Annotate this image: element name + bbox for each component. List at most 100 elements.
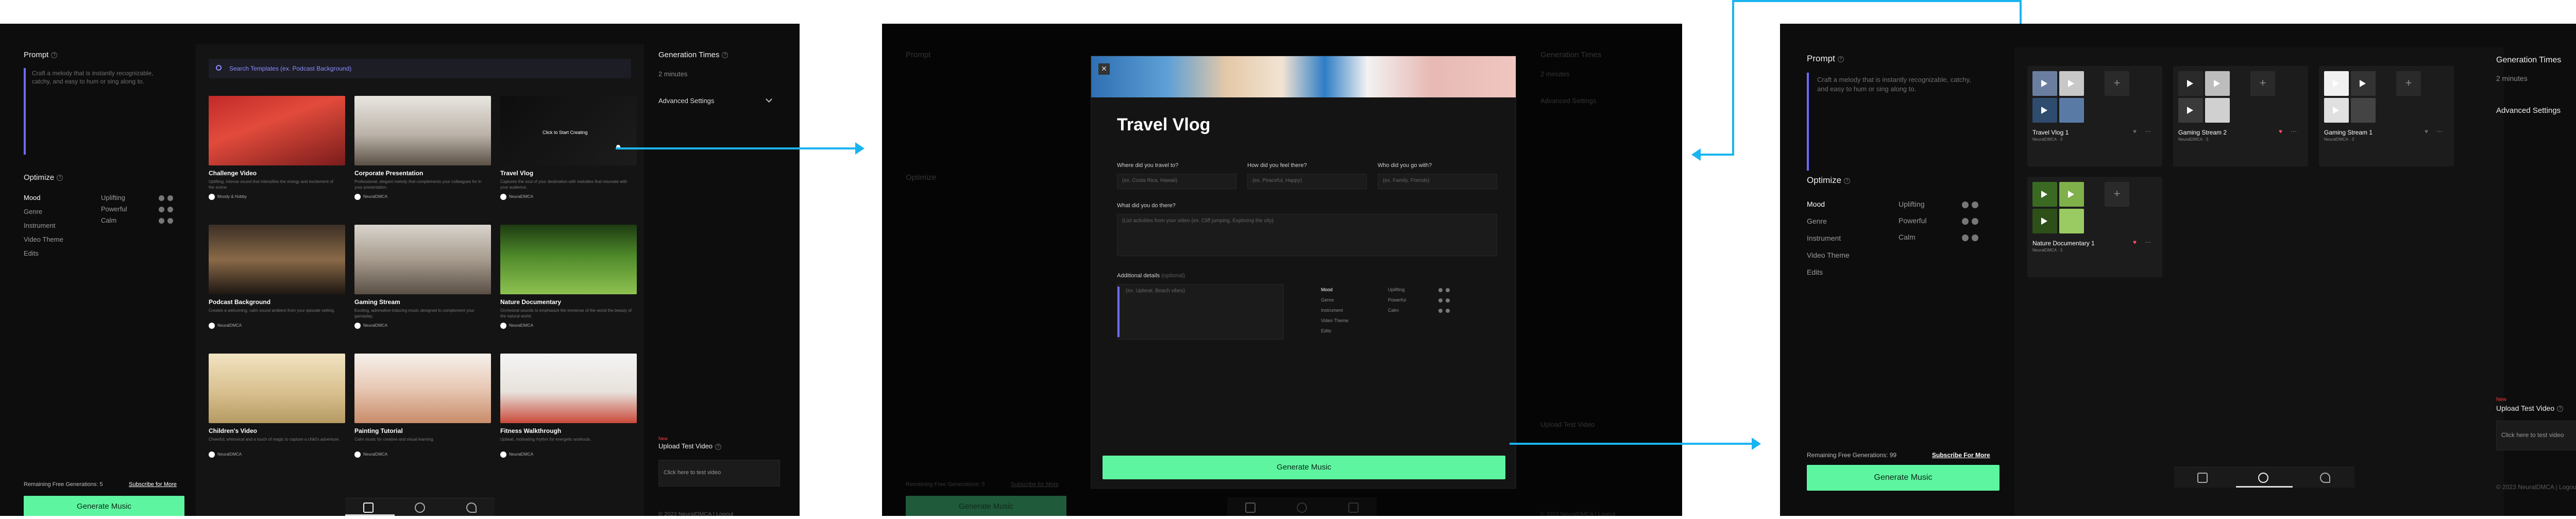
generation-thumbnail[interactable] (2178, 71, 2203, 96)
template-card[interactable]: Children's Video Cheerful, whimsical and… (209, 354, 345, 475)
mood-option[interactable]: Uplifting (1899, 200, 1978, 216)
toggle-icon[interactable] (167, 218, 173, 224)
start-creating-hint[interactable]: Click to Start Creating (543, 130, 588, 135)
template-card[interactable]: Travel Vlog Captures the soul of your de… (500, 96, 637, 217)
subscribe-link[interactable]: Subscribe For More (1932, 451, 1990, 459)
toggle-icon[interactable] (1972, 201, 1978, 208)
subscribe-link[interactable]: Subscribe for More (129, 481, 177, 488)
add-variation-button[interactable]: + (2105, 71, 2129, 96)
toggle-icon[interactable] (167, 207, 173, 213)
more-icon[interactable]: ⋯ (2145, 128, 2151, 135)
template-card[interactable]: Nature Documentary Orchestral sounds to … (500, 225, 637, 346)
template-card[interactable]: Corporate Presentation Professional, ele… (354, 96, 491, 217)
generation-thumbnail[interactable] (2351, 98, 2376, 123)
heart-icon[interactable] (1348, 503, 1359, 513)
play-icon[interactable] (2068, 191, 2074, 198)
toggle-icon[interactable] (1962, 234, 1969, 241)
toggle-icon[interactable] (159, 207, 164, 213)
heart-icon[interactable]: ♥ (2425, 128, 2428, 135)
generation-card[interactable]: + Travel Vlog 1 NeuralDMCA · 3 ♥ ⋯ (2027, 66, 2162, 166)
templates-icon[interactable] (363, 503, 374, 513)
category-list[interactable]: Mood Genre Instrument Video Theme Edits (1807, 200, 1850, 285)
template-card[interactable]: Fitness Walkthrough Upbeat, motivating r… (500, 354, 637, 475)
template-thumbnail[interactable] (500, 354, 637, 423)
heart-icon[interactable]: ♥ (2133, 239, 2137, 246)
add-variation-button[interactable]: + (2250, 71, 2275, 96)
play-icon[interactable] (2041, 191, 2047, 198)
generation-thumbnail[interactable] (2351, 71, 2376, 96)
play-icon[interactable] (2360, 80, 2366, 87)
modal-generate-button[interactable]: Generate Music (1103, 456, 1505, 479)
advanced-settings[interactable]: Advanced Settings (2496, 106, 2576, 115)
generation-thumbnail[interactable] (2178, 98, 2203, 123)
template-card[interactable]: Gaming Stream Exciting, adrenaline-induc… (354, 225, 491, 346)
template-thumbnail[interactable] (354, 225, 491, 294)
add-variation-button[interactable]: + (2396, 71, 2421, 96)
toggle-icon[interactable] (1972, 217, 1978, 225)
template-card[interactable]: Podcast Background Creates a welcoming, … (209, 225, 345, 346)
q1-input[interactable]: (ex. Costa Rica, Hawaii) (1117, 174, 1236, 189)
category-genre[interactable]: Genre (1321, 297, 1348, 308)
toggle-icon[interactable] (1446, 288, 1450, 292)
play-icon[interactable] (2187, 80, 2193, 87)
toggle-icon[interactable] (1438, 298, 1443, 303)
heart-icon[interactable] (466, 503, 477, 513)
toggle-icon[interactable] (1962, 201, 1969, 208)
prompt-input[interactable]: Craft a melody that is instantly recogni… (1817, 75, 1972, 94)
play-icon[interactable] (2187, 107, 2193, 114)
category-genre[interactable]: Genre (24, 208, 63, 222)
generation-thumbnail[interactable] (2324, 71, 2349, 96)
templates-icon[interactable] (1245, 503, 1256, 513)
mood-option[interactable]: Uplifting (1388, 287, 1450, 297)
q3-input[interactable]: (ex. Family, Friends) (1378, 174, 1497, 189)
generation-thumbnail[interactable] (2032, 71, 2057, 96)
category-edits[interactable]: Edits (1807, 268, 1850, 285)
category-list[interactable]: Mood Genre Instrument Video Theme Edits (24, 194, 63, 263)
template-thumbnail[interactable] (209, 225, 345, 294)
toggle-icon[interactable] (1438, 288, 1443, 292)
settings-icon[interactable] (1297, 503, 1307, 513)
close-icon[interactable]: ✕ (1098, 63, 1110, 75)
category-mood[interactable]: Mood (24, 194, 63, 208)
generation-thumbnail[interactable] (2059, 98, 2084, 123)
toggle-icon[interactable] (1446, 308, 1450, 313)
template-card[interactable]: Challenge Video Uplifting, intense sound… (209, 96, 345, 217)
generation-thumbnail[interactable] (2032, 209, 2057, 233)
play-icon[interactable] (2041, 217, 2047, 225)
more-icon[interactable]: ⋯ (2291, 128, 2297, 135)
template-thumbnail[interactable] (500, 225, 637, 294)
play-icon[interactable] (2068, 80, 2074, 87)
toggle-icon[interactable] (1446, 298, 1450, 303)
generation-card[interactable]: + Nature Documentary 1 NeuralDMCA · 3 ♥ ⋯ (2027, 177, 2162, 277)
generation-thumbnail[interactable] (2032, 98, 2057, 123)
search-input[interactable]: Search Templates (ex. Podcast Background… (229, 65, 351, 72)
template-thumbnail[interactable] (354, 96, 491, 165)
toggle-icon[interactable] (1962, 217, 1969, 225)
play-icon[interactable] (2214, 80, 2220, 87)
mood-option[interactable]: Uplifting (101, 194, 173, 205)
advanced-settings[interactable]: Advanced Settings (658, 96, 774, 105)
template-thumbnail[interactable] (209, 354, 345, 423)
toggle-icon[interactable] (1438, 308, 1443, 313)
generation-card[interactable]: + Gaming Stream 2 NeuralDMCA · 3 ♥ ⋯ (2173, 66, 2308, 166)
play-icon[interactable] (2041, 107, 2047, 114)
subscribe-link[interactable]: Subscribe for More (1011, 481, 1059, 488)
generate-button[interactable]: Generate Music (24, 496, 184, 516)
category-video-theme[interactable]: Video Theme (1807, 251, 1850, 268)
search-bar[interactable]: Search Templates (ex. Podcast Background… (209, 59, 631, 78)
category-mood[interactable]: Mood (1807, 200, 1850, 217)
generation-thumbnail[interactable] (2059, 71, 2084, 96)
mood-option[interactable]: Powerful (1899, 216, 1978, 233)
category-instrument[interactable]: Instrument (1807, 234, 1850, 251)
prompt-input[interactable]: Craft a melody that is instantly recogni… (32, 69, 174, 86)
settings-icon[interactable] (2258, 473, 2268, 483)
template-card[interactable]: Painting Tutorial Calm music for creativ… (354, 354, 491, 475)
category-video-theme[interactable]: Video Theme (24, 236, 63, 249)
category-mood[interactable]: Mood (1321, 287, 1348, 297)
play-icon[interactable] (2041, 80, 2047, 87)
toggle-icon[interactable] (159, 195, 164, 202)
category-edits[interactable]: Edits (24, 249, 63, 263)
mood-option[interactable]: Calm (1899, 233, 1978, 249)
category-instrument[interactable]: Instrument (1321, 308, 1348, 318)
generation-thumbnail[interactable] (2059, 209, 2084, 233)
